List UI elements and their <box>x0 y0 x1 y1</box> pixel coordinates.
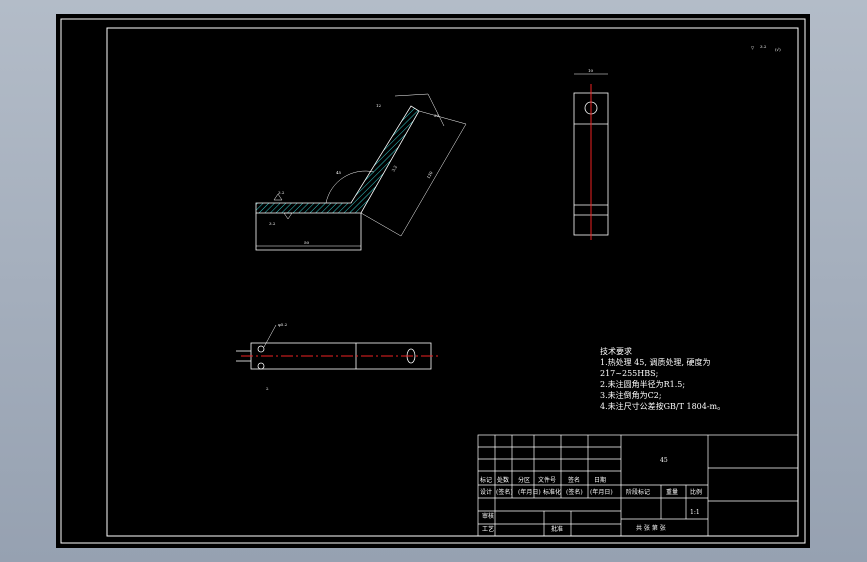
std-date: (年月日) <box>590 488 613 496</box>
side-dim: 10 <box>588 68 594 73</box>
dim-arm: 120 <box>426 170 434 180</box>
title-block-text: 45 标记 处数 分区 文件号 签名 日期 设计 (签名) (年月日) 标准化 … <box>480 457 702 533</box>
review-label: 审核 <box>482 512 494 520</box>
tech-req-line-5: 4.未注尺寸公差按GB/T 1804-m。 <box>600 401 725 411</box>
top-hole-2 <box>257 362 265 370</box>
cad-drawing: ▽ 3.2 (√) 50 120 12 20 45 3.2 3.2 3.2 10… <box>60 18 806 544</box>
std-label: 标准化 <box>543 488 561 496</box>
sheets-label: 共 张 第 张 <box>636 524 666 532</box>
top-view: φ5.2 2 <box>236 322 441 391</box>
dim-base: 50 <box>304 240 310 245</box>
dim-ext-2 <box>418 110 467 125</box>
front-view: 50 120 12 20 45 3.2 3.2 3.2 <box>255 93 467 251</box>
hdr-docno: 文件号 <box>538 476 556 484</box>
top-hole-1 <box>257 345 265 353</box>
dim-tip-a: 12 <box>376 103 382 108</box>
inner-frame <box>106 27 799 537</box>
stage-label: 阶段标记 <box>626 488 650 496</box>
hdr-mark: 标记 <box>480 476 492 484</box>
hdr-sign: 签名 <box>568 476 580 484</box>
dim-line-arm <box>400 123 467 237</box>
design-sign: (签名) <box>496 488 513 496</box>
roughness-value: 3.2 <box>760 44 767 49</box>
tech-req-line-4: 3.未注倒角为C2; <box>600 390 662 400</box>
approve-label: 批准 <box>551 525 563 533</box>
scale-label: 比例 <box>690 488 702 496</box>
top-dim: 2 <box>266 386 269 391</box>
hatched-section <box>255 105 420 214</box>
roughness-suffix: (√) <box>775 47 781 52</box>
design-label: 设计 <box>480 488 492 496</box>
side-view: 10 <box>573 68 609 240</box>
material: 45 <box>660 457 668 464</box>
arm-thickness-label: 3.2 <box>391 164 399 172</box>
leader-hole <box>263 324 277 348</box>
thickness-label: 3.2 <box>278 190 285 195</box>
tech-req-line-1: 1.热处理 45, 调质处理, 硬度为 <box>600 357 711 367</box>
tech-req-line-3: 2.未注圆角半径为R1.5; <box>600 379 685 389</box>
std-sign: (签名) <box>566 488 583 496</box>
roughness-symbol: ▽ <box>751 45 755 50</box>
dim-tip-b: 20 <box>434 113 440 118</box>
tech-req-title: 技术要求 <box>600 346 632 356</box>
title-block <box>477 434 799 537</box>
technical-requirements: 技术要求 1.热处理 45, 调质处理, 硬度为 217~255HBS; 2.未… <box>600 346 725 411</box>
hdr-zone: 分区 <box>518 476 530 484</box>
weight-label: 重量 <box>666 488 678 496</box>
drawing-sheet: ▽ 3.2 (√) 50 120 12 20 45 3.2 3.2 3.2 10… <box>56 14 810 548</box>
roughness-mark-2 <box>283 212 293 220</box>
dim-tip-1 <box>394 93 429 97</box>
thickness-label-2: 3.2 <box>269 221 276 226</box>
dim-ext-1 <box>360 212 402 237</box>
hdr-count: 处数 <box>497 476 509 484</box>
scale-value: 1:1 <box>690 509 700 516</box>
hole-label: φ5.2 <box>278 322 288 327</box>
design-date: (年月日) <box>518 488 541 496</box>
angle-label: 45 <box>336 170 342 175</box>
process-label: 工艺 <box>482 525 494 533</box>
hdr-date: 日期 <box>594 476 606 484</box>
tech-req-line-2: 217~255HBS; <box>600 369 658 378</box>
dim-tip-2 <box>427 93 445 127</box>
outer-frame <box>60 18 806 544</box>
